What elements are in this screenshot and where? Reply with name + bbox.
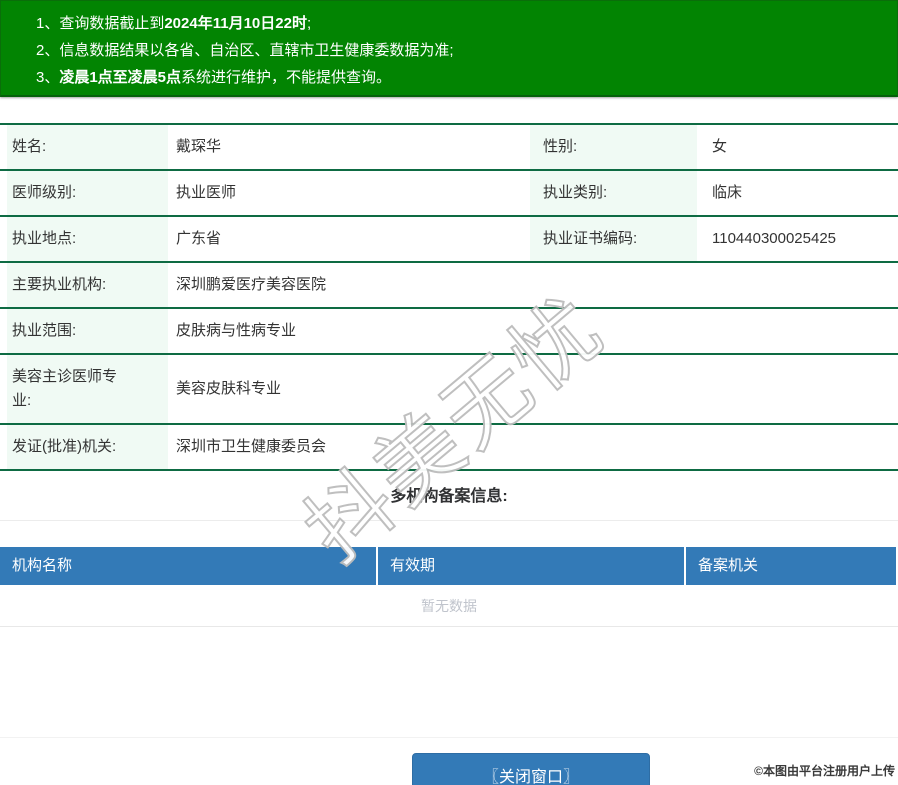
practice-location-value: 广东省 — [168, 216, 530, 262]
certificate-number-label: 执业证书编码: — [530, 216, 697, 262]
filing-table: 机构名称 有效期 备案机关 暂无数据 — [0, 547, 898, 627]
notice-text: 2、信息数据结果以各省、自治区、直辖市卫生健康委数据为准; — [36, 42, 454, 59]
notice-banner: 1、查询数据截止到2024年11月10日22时; 2、信息数据结果以各省、自治区… — [0, 0, 898, 97]
issuing-authority-value: 深圳市卫生健康委员会 — [168, 424, 898, 470]
doctor-level-label: 医师级别: — [0, 170, 168, 216]
gender-label: 性别: — [530, 124, 697, 170]
practice-location-label: 执业地点: — [0, 216, 168, 262]
gender-value: 女 — [697, 124, 898, 170]
empty-data-text: 暂无数据 — [0, 585, 898, 627]
practitioner-info-table: 姓名: 戴琛华 性别: 女 医师级别: 执业医师 执业类别: 临床 执业地点: … — [0, 123, 898, 471]
notice-bold-text: 凌晨1点至凌晨5点 — [59, 69, 181, 86]
notice-text: 1、查询数据截止到 — [36, 15, 164, 32]
doctor-level-value: 执业医师 — [168, 170, 530, 216]
certificate-number-value: 110440300025425 — [697, 216, 898, 262]
notice-line-3: 3、凌晨1点至凌晨5点系统进行维护，不能提供查询。 — [36, 64, 897, 91]
copyright-text: ©本图由平台注册用户上传 — [754, 762, 895, 779]
notice-text: ; — [307, 15, 311, 32]
table-row: 执业范围: 皮肤病与性病专业 — [0, 308, 898, 354]
multi-institution-filing-title: 多机构备案信息: — [0, 471, 898, 521]
close-window-button[interactable]: 〖关闭窗口〗 — [412, 753, 650, 785]
main-institution-label: 主要执业机构: — [0, 262, 168, 308]
beauty-specialty-value: 美容皮肤科专业 — [168, 354, 898, 424]
column-header-institution-name: 机构名称 — [0, 547, 378, 585]
practice-category-value: 临床 — [697, 170, 898, 216]
table-row: 发证(批准)机关: 深圳市卫生健康委员会 — [0, 424, 898, 470]
notice-line-1: 1、查询数据截止到2024年11月10日22时; — [36, 10, 897, 37]
issuing-authority-label: 发证(批准)机关: — [0, 424, 168, 470]
practice-scope-label: 执业范围: — [0, 308, 168, 354]
notice-line-2: 2、信息数据结果以各省、自治区、直辖市卫生健康委数据为准; — [36, 37, 897, 64]
table-row: 美容主诊医师专业: 美容皮肤科专业 — [0, 354, 898, 424]
table-row: 主要执业机构: 深圳鹏爱医疗美容医院 — [0, 262, 898, 308]
table-row: 姓名: 戴琛华 性别: 女 — [0, 124, 898, 170]
table-row: 执业地点: 广东省 执业证书编码: 110440300025425 — [0, 216, 898, 262]
table-row: 医师级别: 执业医师 执业类别: 临床 — [0, 170, 898, 216]
footer-divider — [0, 737, 898, 738]
notice-text: 3、 — [36, 69, 59, 86]
notice-bold-text: 2024年11月10日22时 — [164, 15, 307, 32]
column-header-filing-authority: 备案机关 — [686, 547, 896, 585]
practice-category-label: 执业类别: — [530, 170, 697, 216]
filing-table-header: 机构名称 有效期 备案机关 — [0, 547, 898, 585]
name-value: 戴琛华 — [168, 124, 530, 170]
name-label: 姓名: — [0, 124, 168, 170]
main-institution-value: 深圳鹏爱医疗美容医院 — [168, 262, 898, 308]
beauty-specialty-label: 美容主诊医师专业: — [0, 354, 168, 424]
practice-scope-value: 皮肤病与性病专业 — [168, 308, 898, 354]
column-header-validity-period: 有效期 — [378, 547, 686, 585]
notice-text: 系统进行维护，不能提供查询。 — [181, 69, 391, 86]
